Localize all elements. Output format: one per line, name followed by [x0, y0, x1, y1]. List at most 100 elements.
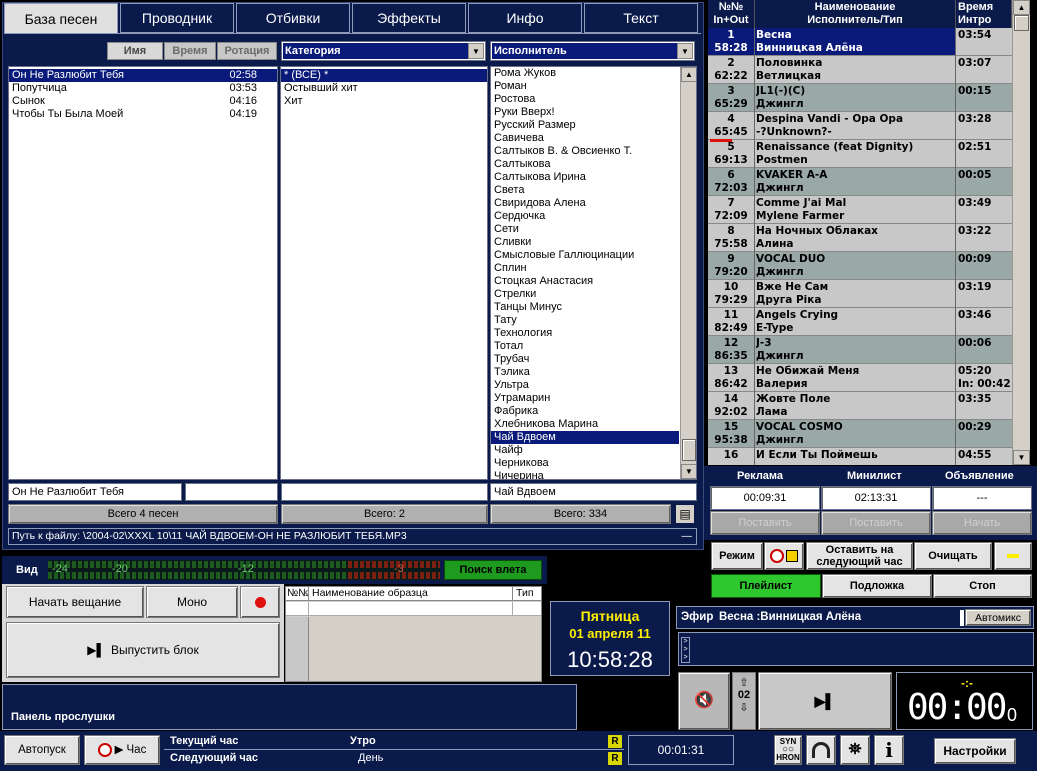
list-item[interactable]: Чайф — [491, 444, 679, 457]
tab-effects[interactable]: Эффекты — [352, 3, 466, 33]
list-item[interactable]: Попутчица 03:53 — [9, 82, 277, 95]
playlist-row[interactable]: 8 75:58 На Ночных Облаках Алина 03:22 — [708, 224, 1012, 252]
scroll-thumb[interactable] — [1014, 15, 1029, 31]
tab-explorer[interactable]: Проводник — [120, 3, 234, 33]
chevron-down-icon[interactable]: ▼ — [468, 43, 484, 59]
playlist-row[interactable]: 7 72:09 Comme J'ai Mal Mylene Farmer 03:49 — [708, 196, 1012, 224]
sync-button[interactable]: SYN ○○ HRON — [774, 735, 802, 765]
playlist-row[interactable]: 14 92:02 Жовте Поле Лама 03:35 — [708, 392, 1012, 420]
list-item[interactable]: Технология — [491, 327, 679, 340]
playlist-row[interactable]: 5 69:13 Renaissance (feat Dignity) Postmen 0… — [708, 140, 1012, 168]
mono-button[interactable]: Моно — [146, 586, 238, 618]
list-item[interactable]: Чичерина — [491, 470, 679, 479]
list-item[interactable]: Хит — [281, 95, 487, 108]
sort-rotation-button[interactable]: Ротация — [217, 42, 277, 60]
list-item[interactable]: Сливки — [491, 236, 679, 249]
list-item[interactable]: Трубач — [491, 353, 679, 366]
scroll-thumb[interactable] — [682, 439, 696, 461]
scroll-down-icon[interactable]: ▼ — [681, 464, 696, 479]
list-item[interactable]: Он Не Разлюбит Тебя 02:58 — [9, 69, 277, 82]
samples-col-type[interactable]: Тип — [516, 587, 534, 599]
category-list[interactable]: * (ВСЕ) * Остывший хит Хит — [280, 66, 488, 480]
clear-button[interactable]: Очищать — [914, 542, 992, 570]
list-item[interactable]: Фабрика — [491, 405, 679, 418]
list-item[interactable]: Русский Размер — [491, 119, 679, 132]
list-item[interactable]: Черникова — [491, 457, 679, 470]
list-item[interactable]: Руки Вверх! — [491, 106, 679, 119]
list-item[interactable]: Сердючка — [491, 210, 679, 223]
scroll-down-icon[interactable]: ▼ — [1013, 450, 1030, 465]
background-button[interactable]: Подложка — [822, 574, 932, 598]
playlist-row[interactable]: 4 65:45 Despina Vandi - Opa Opa -?Unknown?-… — [708, 112, 1012, 140]
artist-list[interactable]: Рома Жуков Роман Ростова Руки Вверх! Русский… — [490, 66, 697, 480]
list-item[interactable]: Стоцкая Анастасия — [491, 275, 679, 288]
mode-button[interactable]: Режим — [711, 542, 763, 570]
announce-start-button[interactable]: Начать — [932, 511, 1032, 535]
list-item[interactable]: * (ВСЕ) * — [281, 69, 487, 82]
list-item[interactable]: Тату — [491, 314, 679, 327]
current-hour-r[interactable]: R — [608, 735, 622, 748]
list-item[interactable]: Савичева — [491, 132, 679, 145]
leave-next-hour-button[interactable]: Оставить на следующий час — [806, 542, 913, 570]
copy-icon[interactable]: ▤ — [676, 505, 694, 523]
mode-clock-button[interactable] — [764, 542, 804, 570]
playlist-row[interactable]: 1 58:28 Весна Винницкая Алёна 03:54 — [708, 28, 1012, 56]
scroll-up-icon[interactable]: ▲ — [1013, 0, 1030, 15]
tab-songs[interactable]: База песен — [4, 3, 118, 33]
list-item[interactable]: Чтобы Ты Была Моей 04:19 — [9, 108, 277, 121]
samples-table[interactable]: №№ Наименование образца Тип — [285, 586, 542, 682]
minus-button[interactable]: — — [994, 542, 1032, 570]
list-item[interactable]: Танцы Минус — [491, 301, 679, 314]
song-list[interactable]: Он Не Разлюбит Тебя 02:58 Попутчица 03:53 … — [8, 66, 278, 480]
playlist-row[interactable]: 10 79:29 Вже Не Сам Друга Ріка 03:19 — [708, 280, 1012, 308]
play-button[interactable]: ▶▌ — [758, 672, 892, 730]
settings-button[interactable]: Настройки — [934, 738, 1016, 764]
tab-text[interactable]: Текст — [584, 3, 698, 33]
list-item[interactable]: Тотал — [491, 340, 679, 353]
mute-button[interactable]: 🔇 — [678, 672, 730, 730]
antenna-button[interactable]: ⛯ — [840, 735, 870, 765]
list-item[interactable]: Сети — [491, 223, 679, 236]
list-item[interactable]: Салтыкова — [491, 158, 679, 171]
playlist-row[interactable]: 3 65:29 JL1(-)(C) Джингл 00:15 — [708, 84, 1012, 112]
sort-name-button[interactable]: Имя — [107, 42, 163, 60]
autostart-button[interactable]: Автопуск — [4, 735, 80, 765]
info-button[interactable]: i — [874, 735, 904, 765]
list-item[interactable]: Остывший хит — [281, 82, 487, 95]
list-item[interactable]: Свиридова Алена — [491, 197, 679, 210]
record-button[interactable] — [240, 586, 280, 618]
list-item[interactable]: Роман — [491, 80, 679, 93]
chevron-down-icon[interactable]: ▼ — [677, 43, 693, 59]
down-arrow-icon[interactable]: ⇩ — [733, 701, 755, 714]
start-broadcast-button[interactable]: Начать вещание — [6, 586, 144, 618]
list-item[interactable]: Ростова — [491, 93, 679, 106]
list-item[interactable]: Рома Жуков — [491, 67, 679, 80]
release-block-button[interactable]: ▶▌ Выпустить блок — [6, 622, 280, 678]
ad-put-button[interactable]: Поставить — [710, 511, 820, 535]
playlist-header-num[interactable]: №№ In+Out — [708, 0, 755, 28]
samples-col-name[interactable]: Наименование образца — [312, 587, 428, 599]
scroll-up-icon[interactable]: ▲ — [681, 67, 696, 82]
counter-stepper[interactable]: ⇧ 02 ⇩ — [732, 672, 756, 730]
hour-button[interactable]: ▶ Час — [84, 735, 160, 765]
artist-scrollbar[interactable]: ▲ ▼ — [680, 67, 696, 479]
listen-panel[interactable]: Панель прослушки — [2, 684, 577, 730]
playlist-header-name[interactable]: Наименование Исполнитель/Тип — [755, 0, 956, 28]
list-item[interactable]: Света — [491, 184, 679, 197]
list-item[interactable]: Салтыков В. & Овсиенко Т. — [491, 145, 679, 158]
list-item[interactable]: Салтыкова Ирина — [491, 171, 679, 184]
sort-time-button[interactable]: Время — [164, 42, 216, 60]
samples-col-num[interactable]: №№ — [287, 587, 310, 599]
up-arrow-icon[interactable]: ⇧ — [733, 676, 755, 689]
list-item[interactable]: Хлебникова Марина — [491, 418, 679, 431]
collapse-icon[interactable]: — — [682, 529, 693, 544]
playlist-button[interactable]: Плейлист — [711, 574, 821, 598]
playlist-row[interactable]: 16 И Если Ты Поймешь 04:55 — [708, 448, 1012, 465]
playlist[interactable]: №№ In+Out Наименование Исполнитель/Тип Вре… — [708, 0, 1012, 465]
headphones-button[interactable] — [806, 735, 836, 765]
list-item[interactable]: Ультра — [491, 379, 679, 392]
playlist-row[interactable]: 2 62:22 Половинка Ветлицкая 03:07 — [708, 56, 1012, 84]
playlist-scrollbar[interactable]: ▲ ▼ — [1012, 0, 1030, 465]
list-item[interactable]: Сынок 04:16 — [9, 95, 277, 108]
list-item[interactable]: Сплин — [491, 262, 679, 275]
